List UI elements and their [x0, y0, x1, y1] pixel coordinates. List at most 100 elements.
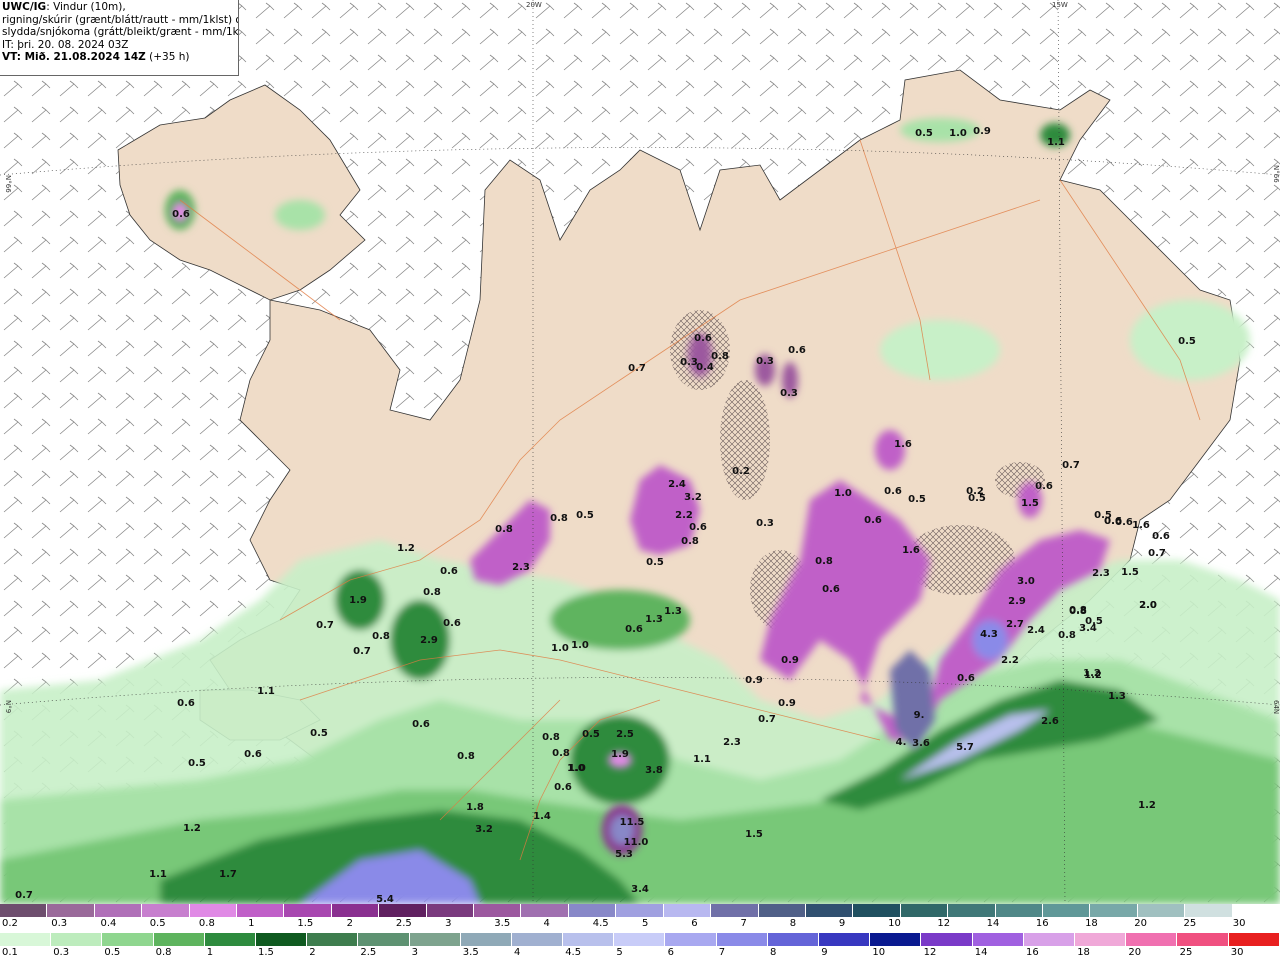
legend-tick-label: 7 [718, 947, 726, 958]
precip-value-label: 2.4 [668, 479, 686, 490]
legend-tick-label: 3 [411, 947, 418, 958]
precip-value-label: 1.6 [902, 545, 920, 556]
precip-value-label: 0.6 [443, 618, 461, 629]
legend-tick-label: 5 [616, 947, 623, 958]
precip-value-label: 1.5 [1121, 567, 1139, 578]
legend-tick-label: 0.8 [198, 918, 215, 929]
legend-tick-label: 9 [838, 918, 846, 929]
legend-swatch [1228, 933, 1280, 946]
precip-value-label: 0.5 [1085, 616, 1103, 627]
precipitation-map[interactable]: 20W 15W N°66 N°9 N°66 64N 0.60.5 1.0 0.91.… [0, 0, 1280, 904]
legend-swatch [900, 904, 949, 917]
precip-value-label: 1.2 [1138, 800, 1156, 811]
info-line-5: VT: Mið. 21.08.2024 14Z (+35 h) [2, 51, 236, 64]
legend-swatch [474, 904, 522, 917]
legend-swatch [1126, 933, 1178, 946]
precip-value-label: 0.8 [457, 751, 475, 762]
legend-tick-label: 2 [309, 947, 316, 958]
precip-value-label: 1.7 [219, 869, 237, 880]
legend-swatch [663, 904, 712, 917]
legend-swatch [409, 933, 461, 946]
precip-value-label: 2.2 [1001, 655, 1019, 666]
precip-value-label: 3.8 [645, 765, 663, 776]
legend-swatch [284, 904, 332, 917]
valid-time: VT: Mið. 21.08.2024 14Z [2, 51, 146, 64]
precip-value-label: 0.6 [689, 522, 707, 533]
precip-value-label: 0.5 [646, 557, 664, 568]
legend-tick-label: 1.5 [297, 918, 314, 929]
legend-tick-label: 3.5 [494, 918, 511, 929]
precip-value-label: 0.8 [550, 513, 568, 524]
precip-value-label: 0.6 [957, 673, 975, 684]
precip-value-label: 0.8 [711, 351, 729, 362]
precip-value-label: 1.5 [1021, 498, 1039, 509]
legend-swatch [819, 933, 871, 946]
legend-tick-label: 30 [1230, 947, 1244, 958]
legend-swatch [426, 904, 475, 917]
legend-tick-label: 16 [1026, 947, 1039, 958]
legend-tick-label: 20 [1134, 918, 1148, 929]
precip-value-label: 1.2 [397, 543, 415, 554]
legend-tick-label: 14 [974, 947, 988, 958]
lat-label-left-64: N°9 [4, 700, 12, 713]
precip-value-label: 0.5 [576, 510, 594, 521]
precip-value-label: 0.6 [788, 345, 806, 356]
legend-tick-label: 2.5 [395, 918, 412, 929]
snow-color-bar [0, 904, 1280, 917]
legend-swatch [948, 904, 996, 917]
precip-value-label: 1.3 [645, 614, 663, 625]
legend-swatch [47, 904, 95, 917]
precip-value-label: 0.6 [822, 584, 840, 595]
legend-tick-label: 0.3 [51, 918, 68, 929]
legend-tick-label: 0.2 [2, 918, 18, 929]
precip-value-label: 4. [896, 737, 907, 748]
legend-swatch [853, 904, 901, 917]
precip-value-label: 1.0 [551, 643, 569, 654]
legend-tick-label: 0.8 [155, 947, 172, 958]
precip-value-label: 5.7 [956, 742, 974, 753]
precip-value-label: 5.3 [615, 849, 633, 860]
lat-label-right-64: 64N [1272, 700, 1280, 714]
legend-swatch [563, 933, 615, 946]
precip-value-label: 0.7 [353, 646, 371, 657]
lat-label-right-66: N°66 [1272, 165, 1280, 183]
legend-swatch [331, 904, 380, 917]
legend-tick-label: 10 [888, 918, 901, 929]
precip-value-label: 1.6 [894, 439, 912, 450]
legend-swatch [1232, 904, 1280, 917]
precip-value-label: 2.3 [512, 562, 530, 573]
precip-value-label: 9. [914, 710, 925, 721]
legend-swatch [758, 904, 806, 917]
legend-tick-label: 0.5 [149, 918, 166, 929]
legend-tick-label: 12 [923, 947, 937, 958]
legend-swatch [616, 904, 664, 917]
precip-value-label: 0.7 [628, 363, 646, 374]
precip-value-label: 11.5 [620, 817, 645, 828]
precip-value-label: 0.9 [781, 655, 799, 666]
precip-value-label: 0.6 [440, 566, 458, 577]
precip-value-label: 2.3 [1092, 568, 1110, 579]
precip-value-label: 0.7 [316, 620, 334, 631]
legend-tick-label: 18 [1077, 947, 1090, 958]
precip-value-label: 0.3 [756, 518, 774, 529]
precip-value-label: 0.7 [15, 890, 33, 901]
precip-value-label: 11.0 [624, 837, 649, 848]
legend-swatch [1090, 904, 1138, 917]
precip-value-label: 1.0 [949, 128, 967, 139]
legend-tick-label: 4 [514, 947, 521, 958]
precip-value-label: 2.0 [1139, 600, 1157, 611]
precip-value-label: 0.6 [694, 333, 712, 344]
legend-swatch [805, 904, 854, 917]
precip-value-label: 0.5 [968, 493, 986, 504]
precip-value-label: 1.1 [693, 754, 711, 765]
precip-value-label: 0.5 [915, 128, 933, 139]
precip-value-label: 0.6 [1152, 531, 1170, 542]
precip-value-label: 0.6 [172, 209, 190, 220]
legend-tick-label: 18 [1085, 918, 1098, 929]
precip-value-label: 3.4 [631, 884, 649, 895]
legend-tick-label: 0.3 [53, 947, 70, 958]
precip-value-label: 0.6 [177, 698, 195, 709]
precip-value-label: 0.2 [732, 466, 750, 477]
precip-value-label: 0.5 [908, 494, 926, 505]
precip-value-label: 0.9 [778, 698, 796, 709]
